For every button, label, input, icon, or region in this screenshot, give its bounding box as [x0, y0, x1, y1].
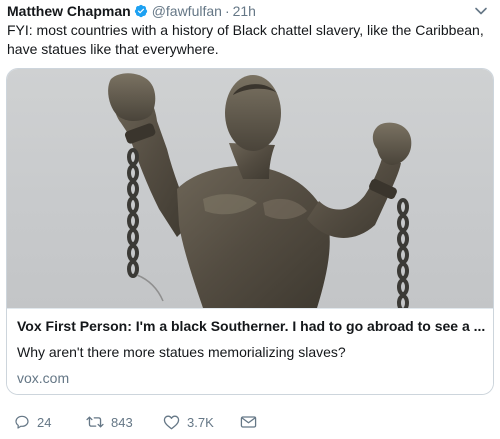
tweet-text: FYI: most countries with a history of Bl… — [7, 22, 484, 57]
card-domain: vox.com — [17, 370, 70, 386]
card-body: Vox First Person: I'm a black Southerner… — [7, 308, 493, 394]
statue-image — [108, 73, 412, 308]
separator-dot: · — [224, 3, 230, 19]
retweet-count: 843 — [111, 414, 133, 430]
card-description: Why aren't there more statues memorializ… — [17, 344, 346, 360]
tweet: Matthew Chapman @fawfulfan · 21h FYI: mo… — [0, 0, 500, 439]
reply-icon — [14, 414, 30, 430]
direct-message-button[interactable] — [240, 410, 257, 434]
retweet-button[interactable]: 843 — [86, 410, 133, 434]
reply-button[interactable]: 24 — [14, 410, 51, 434]
author-handle[interactable]: @fawfulfan — [152, 3, 222, 19]
like-count: 3.7K — [187, 414, 214, 430]
tweet-header: Matthew Chapman @fawfulfan · 21h — [7, 2, 256, 20]
verified-badge-icon — [134, 4, 148, 18]
direct-message-icon — [240, 414, 257, 430]
author-name[interactable]: Matthew Chapman — [7, 3, 131, 19]
retweet-icon — [86, 414, 104, 430]
card-title[interactable]: Vox First Person: I'm a black Southerner… — [17, 318, 487, 334]
tweet-timestamp[interactable]: 21h — [233, 3, 256, 19]
reply-count: 24 — [37, 414, 52, 430]
card-image — [7, 69, 493, 308]
like-icon — [163, 414, 180, 430]
link-card[interactable]: Vox First Person: I'm a black Southerner… — [6, 68, 494, 395]
like-button[interactable]: 3.7K — [163, 410, 214, 434]
tweet-actions: 24 843 3.7K — [0, 410, 500, 434]
chevron-down-icon[interactable] — [474, 4, 488, 18]
